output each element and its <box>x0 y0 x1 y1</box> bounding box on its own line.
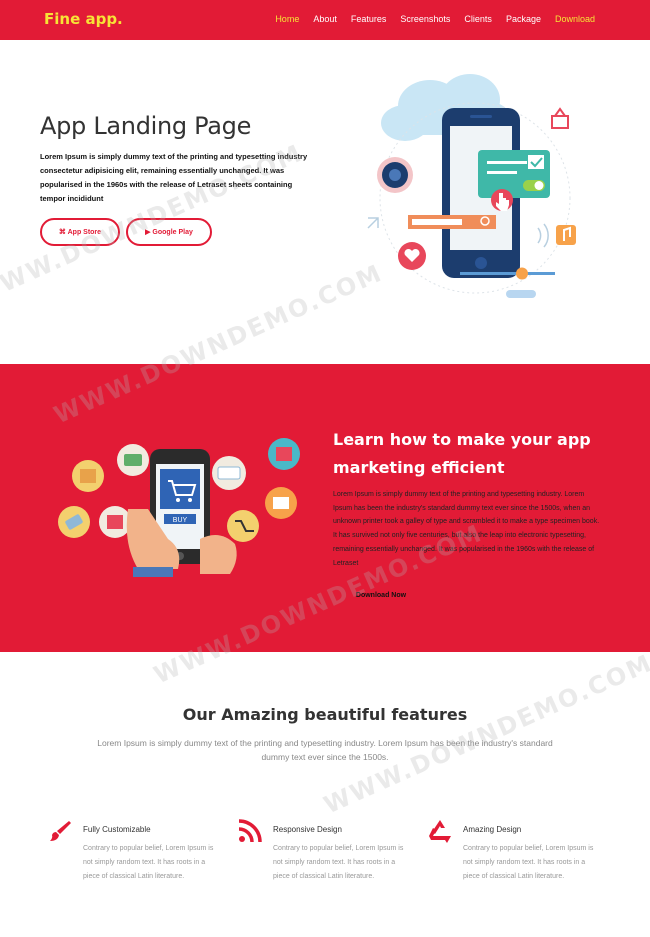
feature-desc: Contrary to popular belief, Lorem Ipsum … <box>463 845 594 880</box>
basket-icon <box>551 107 569 129</box>
nav-links: Home About Features Screenshots Clients … <box>275 14 595 24</box>
buy-label: BUY <box>173 517 188 524</box>
marketing-title: Learn how to make your app marketing eff… <box>333 430 591 477</box>
logo[interactable]: Fine app. <box>44 10 123 28</box>
paintbrush-icon <box>50 821 71 841</box>
feature-name: Amazing Design <box>463 825 522 834</box>
download-now-button[interactable]: Download Now <box>333 585 429 605</box>
feature-name: Fully Customizable <box>83 825 151 834</box>
feature-desc: Contrary to popular belief, Lorem Ipsum … <box>273 845 404 880</box>
hero-phone-illustration <box>367 74 576 298</box>
nav-clients[interactable]: Clients <box>464 14 492 24</box>
feature-desc: Contrary to popular belief, Lorem Ipsum … <box>83 845 214 880</box>
marketing-text: Lorem Ipsum is simply dummy text of the … <box>333 491 600 567</box>
recycle-icon <box>429 820 451 843</box>
google-play-button[interactable]: ▶ Google Play <box>126 218 212 246</box>
feature-name: Responsive Design <box>273 825 342 834</box>
nav-download[interactable]: Download <box>555 14 595 24</box>
hero-text: Lorem Ipsum is simply dummy text of the … <box>40 152 308 203</box>
rss-icon <box>238 819 262 843</box>
nav-features[interactable]: Features <box>351 14 387 24</box>
features-title: Our Amazing beautiful features <box>182 705 468 724</box>
nav-package[interactable]: Package <box>506 14 541 24</box>
features-subtitle: Lorem Ipsum is simply dummy text of the … <box>97 738 553 762</box>
nav-about[interactable]: About <box>313 14 337 24</box>
marketing-phone-illustration: BUY <box>58 438 300 577</box>
nav-screenshots[interactable]: Screenshots <box>400 14 450 24</box>
app-store-button[interactable]: ⌘ App Store <box>40 218 120 246</box>
watermark: WWW.DOWNDEMO.COM <box>319 648 650 820</box>
top-navbar: Fine app. Home About Features Screenshot… <box>0 0 650 40</box>
hero-title: App Landing Page <box>40 112 252 140</box>
nav-home[interactable]: Home <box>275 14 299 24</box>
